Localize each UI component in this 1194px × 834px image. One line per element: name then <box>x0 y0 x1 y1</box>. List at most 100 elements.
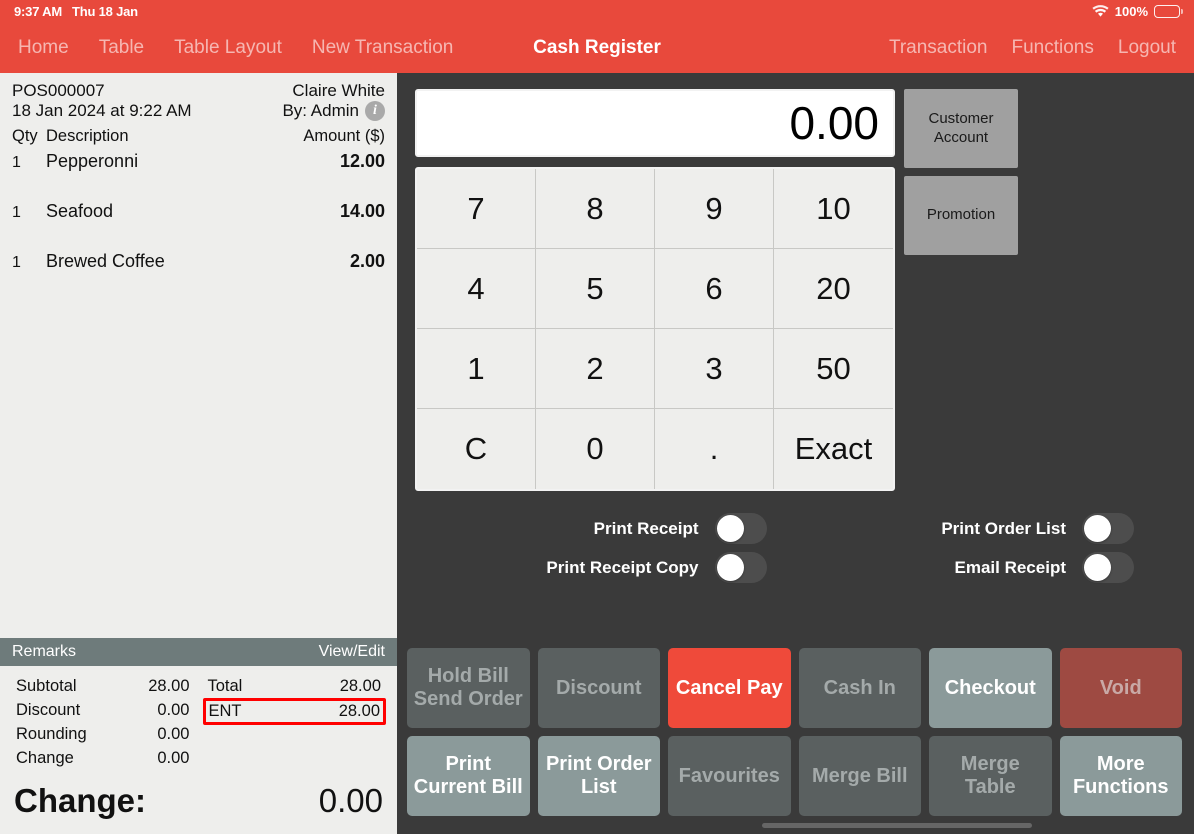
action-button-grid: Hold Bill Send Order Discount Cancel Pay… <box>399 648 1194 816</box>
discount-button[interactable]: Discount <box>537 648 660 728</box>
totals-right-column: Total 28.00 ENT 28.00 <box>194 674 386 770</box>
key-2[interactable]: 2 <box>536 329 655 409</box>
ent-value: 28.00 <box>338 702 380 720</box>
item-amount: 2.00 <box>349 251 385 271</box>
status-date: Thu 18 Jan <box>71 3 138 19</box>
battery-icon <box>1154 4 1183 18</box>
print-order-list-toggle[interactable] <box>1082 513 1134 544</box>
customer-account-button[interactable]: Customer Account <box>904 89 1018 168</box>
email-receipt-toggle[interactable] <box>1082 552 1134 583</box>
key-5[interactable]: 5 <box>536 249 655 329</box>
total-row-rounding: Rounding 0.00 <box>12 722 194 746</box>
print-receipt-toggle[interactable] <box>714 513 767 544</box>
list-item[interactable]: 1 Seafood 14.00 <box>12 198 385 248</box>
total-row-ent[interactable]: ENT 28.00 <box>202 698 386 725</box>
key-3[interactable]: 3 <box>655 329 774 409</box>
key-0[interactable]: 0 <box>536 409 655 489</box>
column-header-description: Description <box>46 127 129 145</box>
receipt-order-id: POS000007 <box>12 81 105 100</box>
nav-right-group: Transaction Functions Logout <box>889 37 1176 59</box>
amount-display[interactable]: 0.00 <box>415 89 895 157</box>
total-row-total: Total 28.00 <box>204 674 386 698</box>
key-6[interactable]: 6 <box>655 249 774 329</box>
totals-left-column: Subtotal 28.00 Discount 0.00 Rounding 0.… <box>12 674 194 770</box>
receipt-datetime: 18 Jan 2024 at 9:22 AM <box>12 101 192 120</box>
totals-section: Subtotal 28.00 Discount 0.00 Rounding 0.… <box>0 666 397 770</box>
toggle-row-print-receipt: Print Receipt <box>399 511 767 546</box>
print-receipt-copy-label: Print Receipt Copy <box>546 557 699 577</box>
key-20[interactable]: 20 <box>774 249 893 329</box>
void-button[interactable]: Void <box>1059 648 1182 728</box>
change-big-label: Change: <box>14 782 146 819</box>
keypad-area: 0.00 7 8 9 10 4 5 6 20 1 2 3 50 C 0 . Ex… <box>399 73 1194 491</box>
item-qty: 1 <box>12 254 21 271</box>
key-exact[interactable]: Exact <box>774 409 893 489</box>
nav-item-table[interactable]: Table <box>99 37 144 59</box>
key-9[interactable]: 9 <box>655 169 774 249</box>
status-bar: 9:37 AM Thu 18 Jan 100% <box>0 0 1194 22</box>
key-1[interactable]: 1 <box>417 329 536 409</box>
print-receipt-copy-toggle[interactable] <box>714 552 767 583</box>
key-50[interactable]: 50 <box>774 329 893 409</box>
change-big-value: 0.00 <box>318 782 383 819</box>
receipt-customer-name: Claire White <box>292 81 385 100</box>
wifi-icon <box>1092 4 1109 17</box>
item-description: Seafood <box>46 201 114 221</box>
ent-label: ENT <box>208 702 242 720</box>
cash-in-button[interactable]: Cash In <box>798 648 921 728</box>
list-item[interactable]: 1 Pepperonni 12.00 <box>12 148 385 198</box>
item-description: Pepperonni <box>46 151 139 171</box>
merge-bill-button[interactable]: Merge Bill <box>798 736 921 816</box>
total-label: Total <box>207 676 243 695</box>
navigation-bar: Home Table Table Layout New Transaction … <box>0 22 1194 73</box>
nav-item-table-layout[interactable]: Table Layout <box>174 37 282 59</box>
print-current-bill-button[interactable]: Print Current Bill <box>407 736 530 816</box>
nav-item-new-transaction[interactable]: New Transaction <box>312 37 454 59</box>
key-8[interactable]: 8 <box>536 169 655 249</box>
checkout-button[interactable]: Checkout <box>929 648 1052 728</box>
receipt-panel: POS000007 Claire White 18 Jan 2024 at 9:… <box>0 73 399 834</box>
total-row-subtotal: Subtotal 28.00 <box>12 674 194 698</box>
hold-bill-send-order-button[interactable]: Hold Bill Send Order <box>407 648 530 728</box>
rounding-label: Rounding <box>16 724 87 743</box>
nav-item-home[interactable]: Home <box>18 37 69 59</box>
toggle-row-email-receipt: Email Receipt <box>767 550 1134 585</box>
main-content: POS000007 Claire White 18 Jan 2024 at 9:… <box>0 73 1194 834</box>
more-functions-button[interactable]: More Functions <box>1059 736 1182 816</box>
item-description: Brewed Coffee <box>46 251 165 271</box>
status-time: 9:37 AM <box>14 3 62 19</box>
merge-table-button[interactable]: Merge Table <box>929 736 1052 816</box>
favourites-button[interactable]: Favourites <box>668 736 791 816</box>
info-icon[interactable]: i <box>365 101 385 121</box>
nav-item-logout[interactable]: Logout <box>1118 37 1176 59</box>
home-indicator[interactable] <box>761 822 1032 828</box>
subtotal-label: Subtotal <box>16 676 77 695</box>
discount-label: Discount <box>16 700 81 719</box>
status-indicators: 100% <box>1092 3 1183 19</box>
promotion-button[interactable]: Promotion <box>904 176 1018 255</box>
battery-percent: 100% <box>1114 3 1148 19</box>
toggle-row-print-order-list: Print Order List <box>767 511 1134 546</box>
total-value: 28.00 <box>339 676 381 695</box>
cancel-pay-button[interactable]: Cancel Pay <box>668 648 791 728</box>
rounding-value: 0.00 <box>157 724 190 743</box>
print-order-list-button[interactable]: Print Order List <box>537 736 660 816</box>
discount-value: 0.00 <box>157 700 190 719</box>
nav-item-transaction[interactable]: Transaction <box>889 37 988 59</box>
email-receipt-label: Email Receipt <box>954 557 1067 577</box>
receipt-items-list: 1 Pepperonni 12.00 1 Seafood 14.00 1 Bre… <box>0 146 397 638</box>
home-indicator-bar <box>399 816 1194 834</box>
remarks-view-edit-button[interactable]: View/Edit <box>319 643 385 661</box>
key-clear[interactable]: C <box>417 409 536 489</box>
key-4[interactable]: 4 <box>417 249 536 329</box>
key-decimal[interactable]: . <box>655 409 774 489</box>
nav-item-functions[interactable]: Functions <box>1012 37 1094 59</box>
key-7[interactable]: 7 <box>417 169 536 249</box>
column-header-amount: Amount ($) <box>303 127 385 145</box>
numeric-keypad: 7 8 9 10 4 5 6 20 1 2 3 50 C 0 . Exact <box>415 167 895 491</box>
column-header-qty: Qty <box>12 127 38 145</box>
print-options: Print Receipt Print Order List Print Rec… <box>399 491 1194 585</box>
item-qty: 1 <box>12 204 21 221</box>
key-10[interactable]: 10 <box>774 169 893 249</box>
list-item[interactable]: 1 Brewed Coffee 2.00 <box>12 248 385 298</box>
